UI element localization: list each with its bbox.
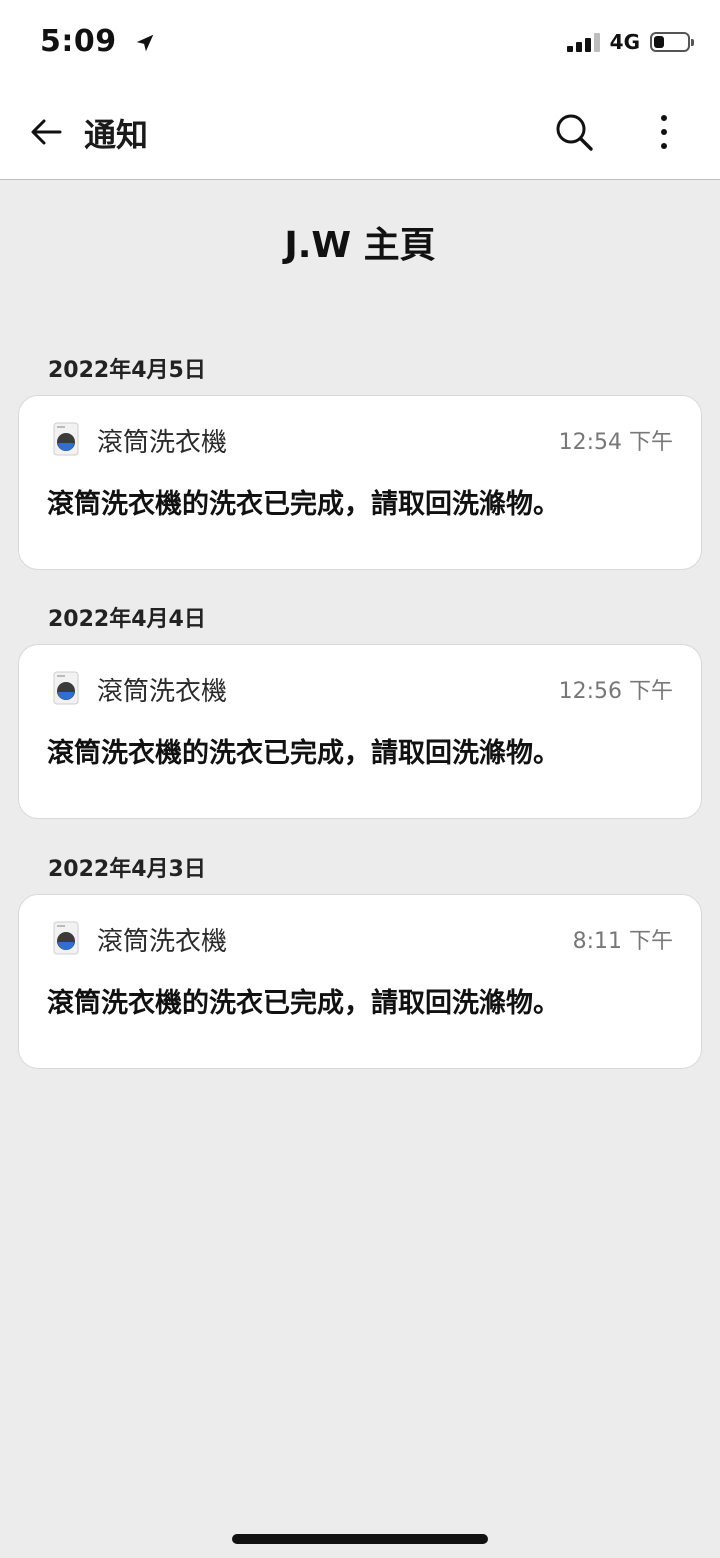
notification-time: 12:56 下午 (558, 679, 673, 704)
search-icon[interactable] (552, 110, 596, 154)
battery-icon (650, 32, 694, 52)
notification-time: 8:11 下午 (572, 929, 673, 954)
notification-card[interactable]: 滾筒洗衣機 8:11 下午 滾筒洗衣機的洗衣已完成，請取回洗滌物。 (18, 894, 702, 1069)
app-title: 通知 (84, 116, 149, 154)
washing-machine-icon (53, 422, 79, 456)
status-time: 5:09 (40, 24, 156, 59)
notification-card[interactable]: 滾筒洗衣機 12:54 下午 滾筒洗衣機的洗衣已完成，請取回洗滌物。 (18, 395, 702, 570)
device-name: 滾筒洗衣機 (97, 677, 228, 707)
more-vertical-icon[interactable] (644, 110, 684, 154)
status-time-text: 5:09 (40, 24, 117, 59)
cellular-signal-icon (566, 32, 600, 52)
page-title: J.W 主頁 (284, 225, 436, 266)
battery-level (654, 36, 664, 48)
network-type: 4G (609, 30, 640, 54)
washing-machine-icon (53, 921, 79, 955)
notification-message: 滾筒洗衣機的洗衣已完成，請取回洗滌物。 (47, 988, 560, 1019)
notification-message: 滾筒洗衣機的洗衣已完成，請取回洗滌物。 (47, 738, 560, 769)
date-header: 2022年4月5日 (48, 358, 206, 383)
home-indicator[interactable] (232, 1534, 488, 1544)
location-arrow-icon (136, 34, 153, 51)
notification-card[interactable]: 滾筒洗衣機 12:56 下午 滾筒洗衣機的洗衣已完成，請取回洗滌物。 (18, 644, 702, 819)
status-bar: 5:09 4G (0, 0, 720, 88)
date-header: 2022年4月4日 (48, 607, 206, 632)
notification-message: 滾筒洗衣機的洗衣已完成，請取回洗滌物。 (47, 489, 560, 520)
status-indicators: 4G (566, 30, 694, 54)
device-name: 滾筒洗衣機 (97, 927, 228, 957)
back-arrow-icon[interactable] (26, 112, 66, 152)
washing-machine-icon (53, 671, 79, 705)
app-bar: 通知 (0, 88, 720, 180)
date-header: 2022年4月3日 (48, 857, 206, 882)
notification-time: 12:54 下午 (558, 430, 673, 455)
device-name: 滾筒洗衣機 (97, 428, 228, 458)
